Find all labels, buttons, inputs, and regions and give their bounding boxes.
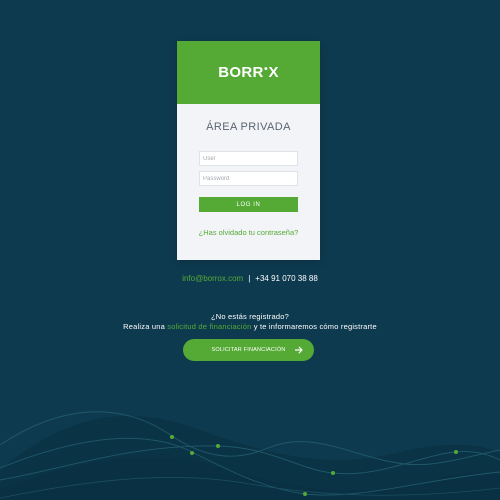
wave-dot	[331, 471, 335, 475]
login-card: BORR•X ÁREA PRIVADA LOG IN ¿Has olvidado…	[177, 41, 320, 260]
arrow-right-icon	[294, 346, 303, 354]
register-question: ¿No estás registrado?	[211, 312, 289, 321]
login-button[interactable]: LOG IN	[199, 197, 298, 212]
password-input[interactable]	[199, 171, 298, 186]
email-link[interactable]: info@borrox.com	[182, 274, 243, 283]
logo-part-1: BORR	[218, 64, 264, 81]
register-prompt: ¿No estás registrado? Realiza una solici…	[0, 312, 500, 332]
user-input[interactable]	[199, 151, 298, 166]
contact-separator: |	[248, 274, 251, 283]
wave-dot	[190, 451, 194, 455]
register-instructions: Realiza una solicitud de financiación y …	[0, 322, 500, 332]
request-financing-button[interactable]: SOLICITAR FINANCIACIÓN	[183, 339, 314, 361]
wave-dot	[170, 435, 174, 439]
wave-dot	[454, 450, 458, 454]
page-title: ÁREA PRIVADA	[206, 121, 291, 133]
contact-info: info@borrox.com | +34 91 070 38 88	[0, 274, 500, 284]
wave-dot	[303, 492, 307, 496]
forgot-password-link[interactable]: ¿Has olvidado tu contraseña?	[177, 228, 320, 237]
register-text-suffix: y te informaremos cómo registrarte	[251, 322, 377, 331]
wave-dot	[216, 444, 220, 448]
borrox-logo: BORR•X	[218, 64, 279, 81]
card-header: BORR•X	[177, 41, 320, 104]
logo-part-2: X	[268, 64, 279, 81]
financing-request-link[interactable]: solicitud de financiación	[167, 322, 251, 331]
phone-number: +34 91 070 38 88	[255, 274, 318, 283]
register-text-prefix: Realiza una	[123, 322, 168, 331]
